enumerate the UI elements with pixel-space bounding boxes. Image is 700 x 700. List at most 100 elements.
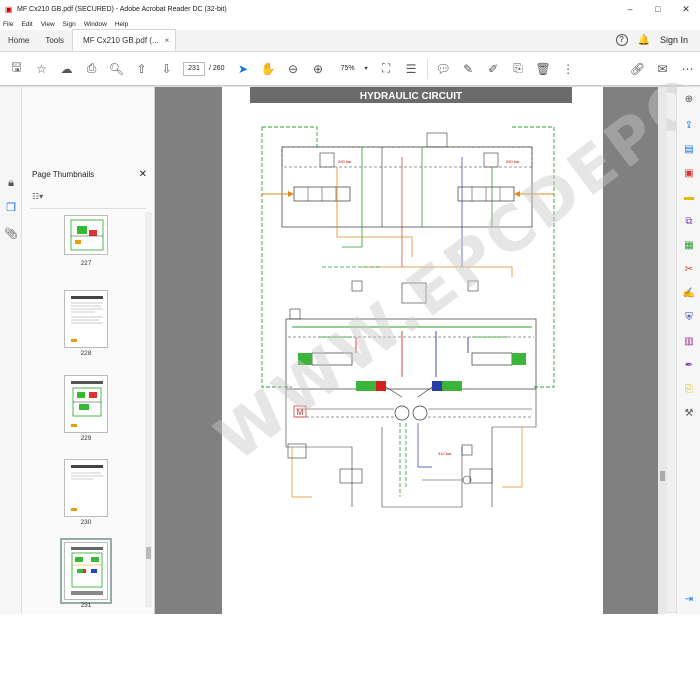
diagram-label-pump-pressure: 310 bar (438, 451, 452, 456)
thumbnails-header: Page Thumbnails ✕ (22, 163, 155, 185)
scroll-mode-icon[interactable]: ☰ (399, 59, 424, 79)
bell-icon[interactable]: 🔔 (638, 35, 650, 46)
bookmark-star-icon[interactable]: ☆ (29, 59, 54, 79)
export-pdf-icon[interactable]: ⇪ (682, 119, 696, 133)
diagram-label-motor: M (297, 408, 304, 417)
thumbnail-diagram (70, 219, 104, 251)
title-bar: ▣ MF Cx210 GB.pdf (SECURED) - Adobe Acro… (0, 0, 700, 18)
stamp-icon[interactable]: ⎘ (506, 59, 531, 79)
thumbnails-panel: Page Thumbnails ✕ ☷▾ 227 228 229 230 231 (22, 87, 155, 614)
thumbnail-label: 229 (80, 435, 92, 442)
more-options-icon[interactable]: ⋯ (675, 59, 700, 79)
send-for-review-icon[interactable]: ⎘ (682, 383, 696, 397)
tab-document[interactable]: MF Cx210 GB.pdf (... × (72, 29, 177, 51)
lock-icon[interactable]: 🔒︎ (4, 177, 18, 191)
close-window-button[interactable]: ✕ (672, 4, 700, 15)
more-tools-icon[interactable]: ⋮ (556, 59, 581, 79)
zoom-search-icon[interactable]: ⊕ (682, 93, 696, 107)
tab-bar: Home Tools MF Cx210 GB.pdf (... × ? 🔔 Si… (0, 29, 700, 52)
thumbnails-scrollbar[interactable] (145, 212, 152, 607)
chevron-down-icon[interactable]: ▾ (365, 65, 368, 72)
tab-document-label: MF Cx210 GB.pdf (... (83, 36, 159, 45)
menu-file[interactable]: File (3, 21, 13, 28)
close-panel-icon[interactable]: ✕ (139, 169, 147, 180)
thumbnails-title: Page Thumbnails (32, 169, 95, 179)
menu-window[interactable]: Window (84, 21, 107, 28)
menu-sign[interactable]: Sign (63, 21, 76, 28)
thumbnail-page[interactable] (64, 375, 108, 433)
combine-files-icon[interactable]: ⧉ (682, 215, 696, 229)
close-tab-icon[interactable]: × (165, 36, 170, 45)
next-page-icon[interactable]: ⇩ (154, 59, 179, 79)
save-icon[interactable]: 🖫 (4, 59, 29, 79)
thumbnail-text-page (71, 296, 103, 342)
draw-icon[interactable]: ✐ (481, 59, 506, 79)
protect-icon[interactable]: ⛨ (682, 311, 696, 325)
thumbnail-page[interactable] (64, 459, 108, 517)
tab-home[interactable]: Home (0, 29, 37, 51)
pdf-page: HYDRAULIC CIRCUIT 290 bar 290 bar M 310 … (202, 0, 700, 614)
thumbnail-text-page (71, 465, 103, 511)
fit-page-icon[interactable]: ⛶ (374, 59, 399, 79)
zoom-out-icon[interactable]: ⊖ (281, 59, 306, 79)
link-icon[interactable]: 🔗︎ (625, 59, 650, 79)
create-pdf-icon[interactable]: ▤ (682, 143, 696, 157)
upload-cloud-icon[interactable]: ☁ (54, 59, 79, 79)
optimize-pdf-icon[interactable]: ▥ (682, 335, 696, 349)
highlight-pen-icon[interactable]: ✎ (456, 59, 481, 79)
right-tools-rail: ⊕ ⇪ ▤ ▣ ▬ ⧉ ▦ ✂ ✍ ⛨ ▥ ✒ ⎘ ⚒ ⇥ (676, 87, 700, 614)
tab-tools[interactable]: Tools (37, 29, 72, 51)
window-title: MF Cx210 GB.pdf (SECURED) - Adobe Acroba… (17, 5, 227, 13)
thumbnails-divider (30, 208, 146, 209)
organize-pages-icon[interactable]: ▦ (682, 239, 696, 253)
more-tools-icon[interactable]: ⚒ (682, 407, 696, 421)
app-workspace: 🔒︎ ❐ 📎︎ Page Thumbnails ✕ ☷▾ 227 228 229… (0, 0, 700, 614)
zoom-in-icon[interactable]: ⊕ (306, 59, 331, 79)
diagram-label-pressure-right: 290 bar (506, 159, 520, 164)
sign-icon[interactable]: ✒ (682, 359, 696, 373)
diagram-heading: HYDRAULIC CIRCUIT (360, 91, 462, 102)
page-number-input[interactable]: 231 (183, 61, 205, 76)
sign-in-button[interactable]: Sign In (660, 35, 688, 45)
thumbnail-options-icon[interactable]: ☷▾ (32, 192, 62, 204)
select-cursor-icon[interactable]: ➤ (231, 59, 256, 79)
thumbnail-label: 230 (80, 519, 92, 526)
print-icon[interactable]: ⎙ (79, 59, 104, 79)
thumbnail-page[interactable] (64, 215, 108, 255)
fill-sign-icon[interactable]: ✍ (682, 287, 696, 301)
help-icon[interactable]: ? (615, 34, 628, 46)
maximize-button[interactable]: □ (644, 4, 672, 14)
comment-icon[interactable]: 💬︎ (431, 59, 456, 79)
document-scrollbar[interactable] (658, 87, 667, 614)
page-total: / 260 (209, 65, 225, 72)
minimize-button[interactable]: – (616, 4, 644, 14)
diagram-label-pressure-left: 290 bar (338, 159, 352, 164)
edit-pdf-icon[interactable]: ▣ (682, 167, 696, 181)
previous-page-icon[interactable]: ⇧ (129, 59, 154, 79)
menu-edit[interactable]: Edit (21, 21, 32, 28)
tabbar-right: ? 🔔 Sign In (615, 29, 700, 51)
delete-icon[interactable]: 🗑︎ (531, 59, 556, 79)
thumbnail-label: 228 (80, 350, 92, 357)
acrobat-icon: ▣ (5, 4, 13, 14)
menu-help[interactable]: Help (115, 21, 128, 28)
main-toolbar: 🖫 ☆ ☁ ⎙ 🔍︎ ⇧ ⇩ 231 / 260 ➤ ✋ ⊖ ⊕ 75% ▾ ⛶… (0, 52, 700, 86)
document-scroll-thumb[interactable] (660, 471, 665, 481)
menu-view[interactable]: View (41, 21, 55, 28)
document-viewer[interactable]: HYDRAULIC CIRCUIT 290 bar 290 bar M 310 … (155, 0, 700, 614)
page-thumbnails-icon[interactable]: ❐ (4, 201, 18, 215)
thumbnails-scroll-thumb[interactable] (146, 547, 151, 559)
thumbnail-label: 231 (80, 602, 92, 609)
thumbnail-page-current[interactable] (60, 538, 112, 604)
collapse-panel-icon[interactable]: ⇥ (682, 593, 696, 607)
comment-tool-icon[interactable]: ▬ (682, 191, 696, 205)
thumbnail-diagram (71, 381, 103, 427)
attachment-icon[interactable]: 📎︎ (4, 227, 18, 241)
hydraulic-circuit-diagram: HYDRAULIC CIRCUIT 290 bar 290 bar M 310 … (250, 87, 572, 508)
hand-tool-icon[interactable]: ✋ (256, 59, 281, 79)
zoom-search-icon[interactable]: 🔍︎ (104, 59, 129, 79)
zoom-level-select[interactable]: 75% (331, 62, 365, 76)
email-icon[interactable]: ✉ (650, 59, 675, 79)
thumbnail-page[interactable] (64, 290, 108, 348)
redact-icon[interactable]: ✂ (682, 263, 696, 277)
